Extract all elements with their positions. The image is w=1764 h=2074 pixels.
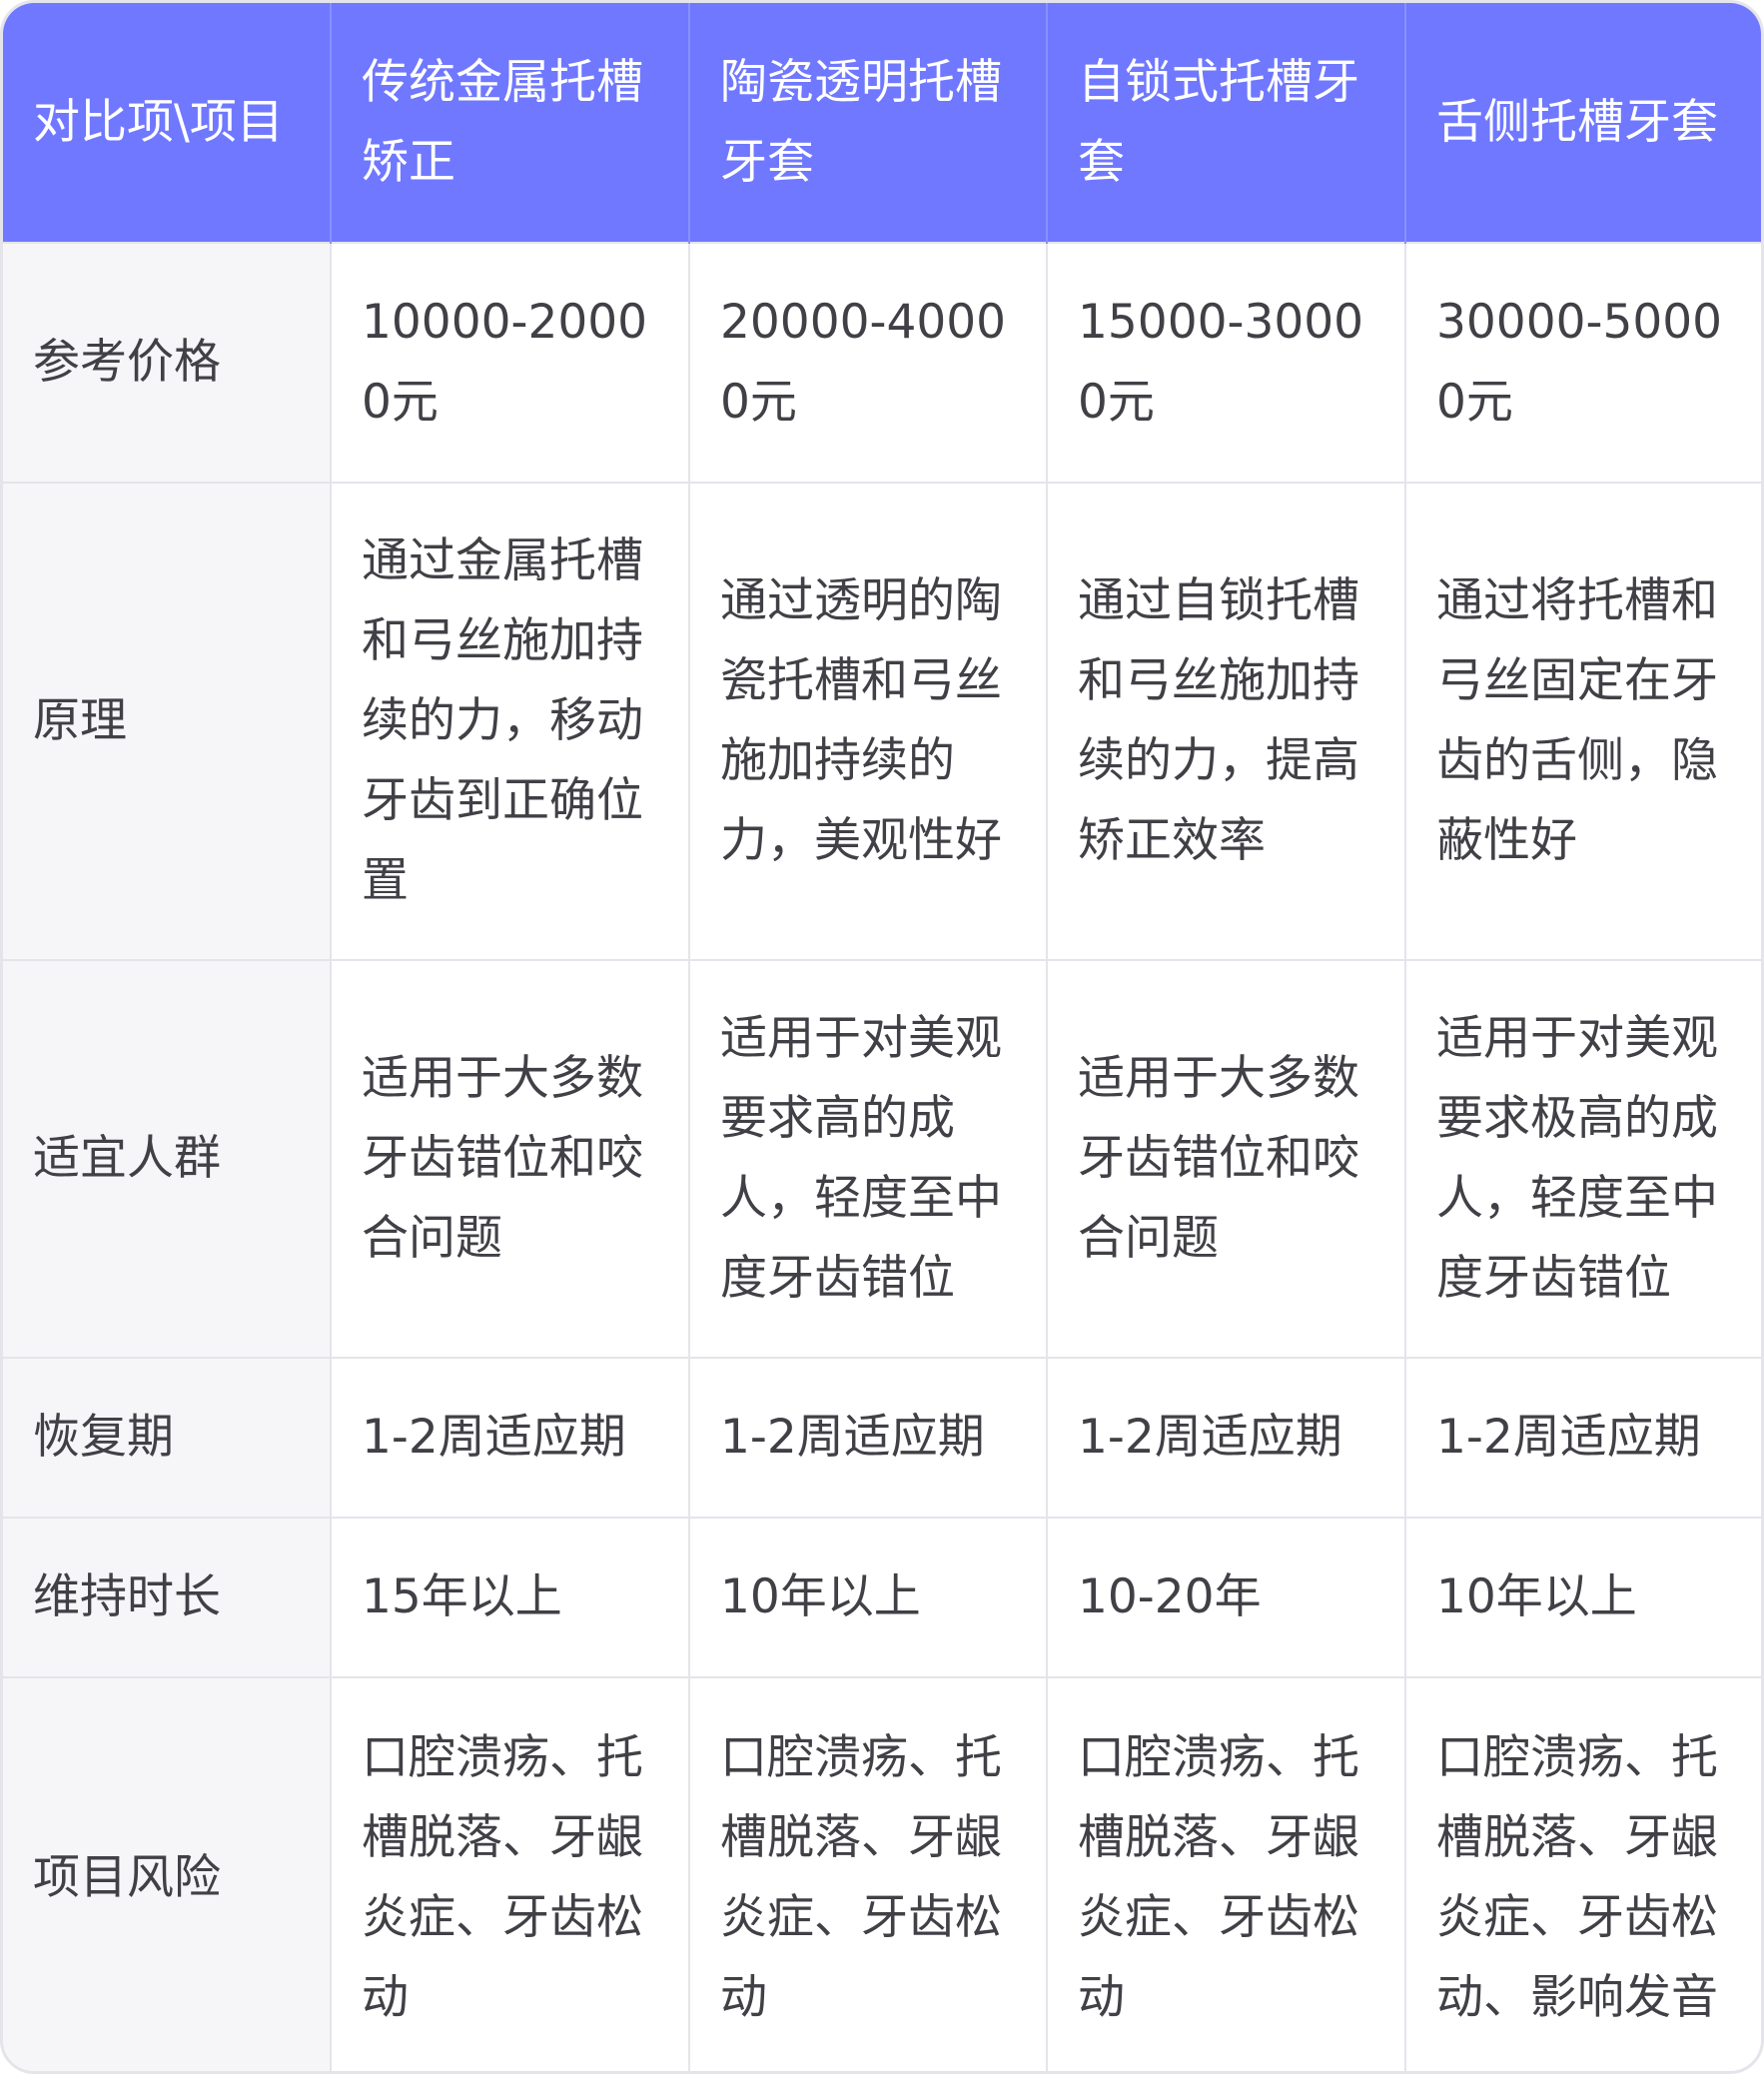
table-cell: 通过金属托槽和弓丝施加持续的力，移动牙齿到正确位置 — [330, 482, 689, 960]
table-row: 适宜人群 适用于大多数牙齿错位和咬合问题 适用于对美观要求高的成人，轻度至中度牙… — [3, 959, 1761, 1358]
table-cell: 口腔溃疡、托槽脱落、牙龈炎症、牙齿松动 — [688, 1676, 1047, 2071]
table-cell: 30000-50000元 — [1404, 242, 1761, 483]
table-cell: 10000-20000元 — [330, 242, 689, 483]
comparison-table: 对比项\项目 传统金属托槽矫正 陶瓷透明托槽牙套 自锁式托槽牙套 舌侧托槽牙套 … — [3, 3, 1761, 2071]
table-cell: 1-2周适应期 — [1404, 1357, 1761, 1518]
row-label-principle: 原理 — [3, 482, 331, 960]
row-label-price: 参考价格 — [3, 242, 331, 483]
table-cell: 通过透明的陶瓷托槽和弓丝施加持续的力，美观性好 — [688, 482, 1047, 960]
row-label-suitable-people: 适宜人群 — [3, 959, 331, 1358]
table-cell: 通过自锁托槽和弓丝施加持续的力，提高矫正效率 — [1046, 482, 1405, 960]
table-cell: 1-2周适应期 — [1046, 1357, 1405, 1518]
table-cell: 20000-40000元 — [688, 242, 1047, 483]
table-row: 参考价格 10000-20000元 20000-40000元 15000-300… — [3, 242, 1761, 483]
row-label-risk: 项目风险 — [3, 1676, 331, 2071]
table-cell: 适用于对美观要求极高的成人，轻度至中度牙齿错位 — [1404, 959, 1761, 1358]
header-cell-metal-brackets: 传统金属托槽矫正 — [330, 3, 689, 243]
table-cell: 15年以上 — [330, 1517, 689, 1677]
table-row: 原理 通过金属托槽和弓丝施加持续的力，移动牙齿到正确位置 通过透明的陶瓷托槽和弓… — [3, 482, 1761, 960]
table-cell: 口腔溃疡、托槽脱落、牙龈炎症、牙齿松动 — [330, 1676, 689, 2071]
header-cell-lingual-brackets: 舌侧托槽牙套 — [1404, 3, 1761, 243]
table-cell: 口腔溃疡、托槽脱落、牙龈炎症、牙齿松动、影响发音 — [1404, 1676, 1761, 2071]
table-cell: 适用于对美观要求高的成人，轻度至中度牙齿错位 — [688, 959, 1047, 1358]
table-cell: 适用于大多数牙齿错位和咬合问题 — [330, 959, 689, 1358]
header-cell-self-ligating-brackets: 自锁式托槽牙套 — [1046, 3, 1405, 243]
table-cell: 通过将托槽和弓丝固定在牙齿的舌侧，隐蔽性好 — [1404, 482, 1761, 960]
table-cell: 10-20年 — [1046, 1517, 1405, 1677]
table-row: 维持时长 15年以上 10年以上 10-20年 10年以上 — [3, 1517, 1761, 1677]
table-cell: 10年以上 — [1404, 1517, 1761, 1677]
table-cell: 10年以上 — [688, 1517, 1047, 1677]
row-label-duration: 维持时长 — [3, 1517, 331, 1677]
header-cell-compare-item: 对比项\项目 — [3, 3, 331, 243]
table-cell: 口腔溃疡、托槽脱落、牙龈炎症、牙齿松动 — [1046, 1676, 1405, 2071]
table-row: 项目风险 口腔溃疡、托槽脱落、牙龈炎症、牙齿松动 口腔溃疡、托槽脱落、牙龈炎症、… — [3, 1676, 1761, 2071]
table-cell: 1-2周适应期 — [688, 1357, 1047, 1518]
row-label-recovery: 恢复期 — [3, 1357, 331, 1518]
table-row: 恢复期 1-2周适应期 1-2周适应期 1-2周适应期 1-2周适应期 — [3, 1357, 1761, 1518]
header-cell-ceramic-brackets: 陶瓷透明托槽牙套 — [688, 3, 1047, 243]
comparison-table-container: 对比项\项目 传统金属托槽矫正 陶瓷透明托槽牙套 自锁式托槽牙套 舌侧托槽牙套 … — [0, 0, 1764, 2074]
table-header-row: 对比项\项目 传统金属托槽矫正 陶瓷透明托槽牙套 自锁式托槽牙套 舌侧托槽牙套 — [3, 3, 1761, 243]
table-cell: 适用于大多数牙齿错位和咬合问题 — [1046, 959, 1405, 1358]
table-cell: 1-2周适应期 — [330, 1357, 689, 1518]
table-cell: 15000-30000元 — [1046, 242, 1405, 483]
